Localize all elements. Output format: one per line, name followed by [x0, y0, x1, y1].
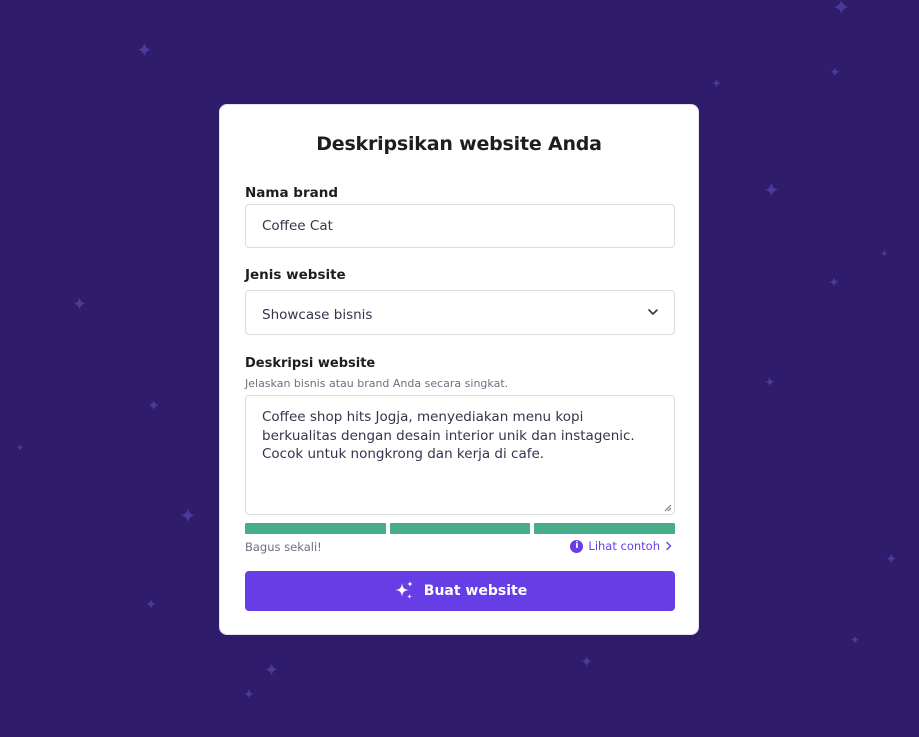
description-label: Deskripsi website — [245, 356, 376, 371]
star-icon: ✦ — [72, 294, 88, 315]
star-icon: ✦ — [832, 0, 851, 21]
star-icon: ✦ — [243, 687, 255, 703]
star-icon: ✦ — [145, 597, 157, 613]
description-value: Coffee shop hits Jogja, menyediakan menu… — [262, 409, 635, 462]
star-icon: ✦ — [711, 77, 722, 92]
star-icon: ✦ — [764, 375, 776, 391]
see-example-link[interactable]: i Lihat contoh — [570, 539, 673, 553]
sparkle-icon — [394, 581, 413, 599]
info-icon: i — [570, 539, 584, 553]
brand-name-input[interactable]: Coffee Cat — [245, 204, 675, 248]
website-type-label: Jenis website — [245, 267, 346, 283]
quality-status: Bagus sekali! — [245, 540, 322, 554]
star-icon: ✦ — [16, 443, 25, 454]
create-website-label: Buat website — [423, 583, 528, 599]
meter-segment — [389, 523, 531, 534]
website-type-select[interactable]: Showcase bisnis — [245, 290, 675, 335]
brand-name-label: Nama brand — [245, 185, 338, 201]
description-quality-meter — [245, 523, 676, 534]
star-icon: ✦ — [880, 249, 889, 260]
chevron-right-icon — [666, 541, 672, 551]
create-website-button[interactable]: Buat website — [245, 571, 675, 611]
star-icon: ✦ — [580, 652, 594, 671]
chevron-down-icon — [648, 309, 658, 315]
meter-segment — [245, 523, 386, 534]
describe-website-card: Deskripsikan website Anda Nama brand Cof… — [219, 104, 699, 635]
star-icon: ✦ — [850, 633, 861, 647]
meter-segment — [534, 523, 676, 534]
page-title: Deskripsikan website Anda — [316, 133, 602, 155]
star-icon: ✦ — [885, 550, 898, 568]
website-type-value: Showcase bisnis — [262, 307, 373, 323]
resize-handle-icon[interactable] — [663, 503, 672, 512]
star-icon: ✦ — [763, 178, 780, 202]
star-icon: ✦ — [264, 660, 280, 681]
star-icon: ✦ — [828, 275, 840, 291]
see-example-label: Lihat contoh — [588, 539, 660, 553]
description-hint: Jelaskan bisnis atau brand Anda secara s… — [245, 377, 509, 390]
star-icon: ✦ — [179, 504, 197, 528]
star-icon: ✦ — [829, 65, 841, 81]
brand-name-value: Coffee Cat — [262, 218, 333, 234]
description-textarea[interactable]: Coffee shop hits Jogja, menyediakan menu… — [245, 395, 675, 515]
star-icon: ✦ — [147, 396, 161, 415]
star-icon: ✦ — [136, 38, 153, 62]
